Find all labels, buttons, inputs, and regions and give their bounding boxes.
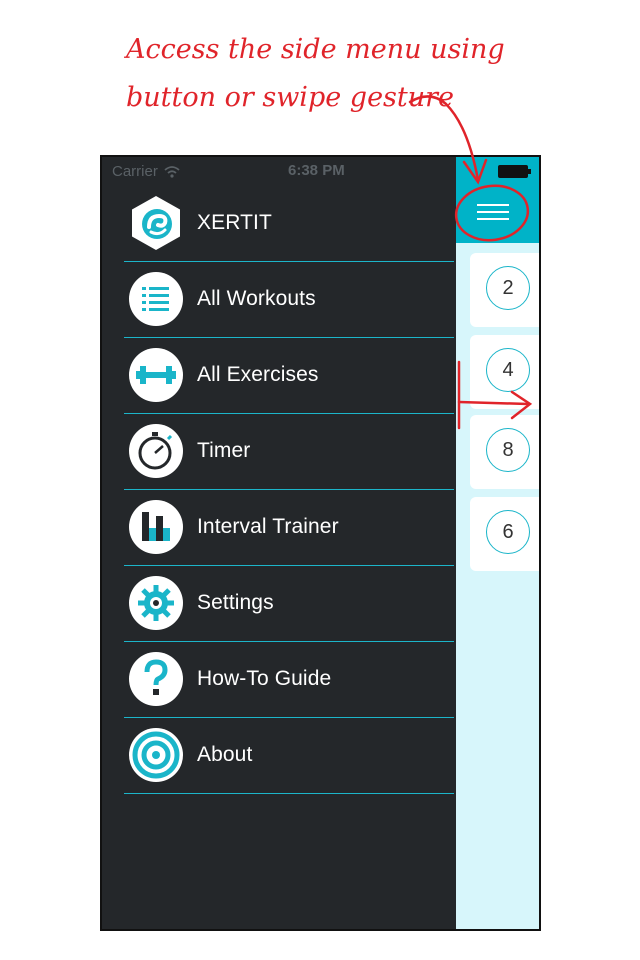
status-time: 6:38 PM	[288, 162, 345, 179]
menu-toggle-button[interactable]	[471, 199, 515, 229]
side-menu: XERTIT All Workouts All Exercises Timer …	[102, 185, 456, 929]
menu-item-label: Interval Trainer	[197, 515, 339, 538]
question-icon	[129, 652, 183, 706]
battery-tip	[528, 169, 531, 174]
annotation-line-1: Access the side menu using	[126, 34, 505, 65]
menu-item-all-exercises[interactable]: All Exercises	[124, 337, 454, 414]
hamburger-bar	[477, 211, 509, 213]
bar-chart-icon	[129, 500, 183, 554]
workout-card[interactable]: 8	[470, 415, 539, 489]
phone-screen: Carrier 6:38 PM XERTIT All Workouts All …	[100, 155, 541, 931]
menu-item-settings[interactable]: Settings	[124, 565, 454, 642]
carrier-label: Carrier	[112, 163, 158, 180]
menu-item-about[interactable]: About	[124, 717, 454, 794]
menu-item-all-workouts[interactable]: All Workouts	[124, 261, 454, 338]
dumbbell-icon	[129, 348, 183, 402]
menu-item-timer[interactable]: Timer	[124, 413, 454, 490]
card-count: 4	[486, 348, 530, 392]
menu-item-how-to-guide[interactable]: How-To Guide	[124, 641, 454, 718]
menu-item-label: How-To Guide	[197, 667, 332, 690]
menu-item-label: Timer	[197, 439, 251, 462]
workout-card[interactable]: 2	[470, 253, 539, 327]
xertit-logo-icon	[132, 196, 180, 250]
menu-item-xertit[interactable]: XERTIT	[124, 185, 454, 262]
wifi-icon	[164, 165, 180, 178]
content-header	[456, 157, 539, 243]
list-icon	[129, 272, 183, 326]
target-icon	[129, 728, 183, 782]
card-count: 6	[486, 510, 530, 554]
hamburger-bar	[477, 204, 509, 206]
menu-item-interval-trainer[interactable]: Interval Trainer	[124, 489, 454, 566]
workout-card[interactable]: 6	[470, 497, 539, 571]
status-carrier: Carrier	[112, 163, 180, 180]
menu-item-label: All Workouts	[197, 287, 316, 310]
menu-item-label: Settings	[197, 591, 274, 614]
menu-item-label: All Exercises	[197, 363, 319, 386]
annotation-line-2: button or swipe gesture	[126, 82, 455, 113]
hamburger-bar	[477, 218, 509, 220]
card-count: 8	[486, 428, 530, 472]
stopwatch-icon	[129, 424, 183, 478]
battery-icon	[498, 165, 528, 178]
menu-item-label: About	[197, 743, 253, 766]
card-count: 2	[486, 266, 530, 310]
workout-card[interactable]: 4	[470, 335, 539, 409]
main-content-peek[interactable]: 2 4 8 6	[456, 157, 539, 929]
gear-icon	[129, 576, 183, 630]
menu-item-label: XERTIT	[197, 211, 272, 234]
